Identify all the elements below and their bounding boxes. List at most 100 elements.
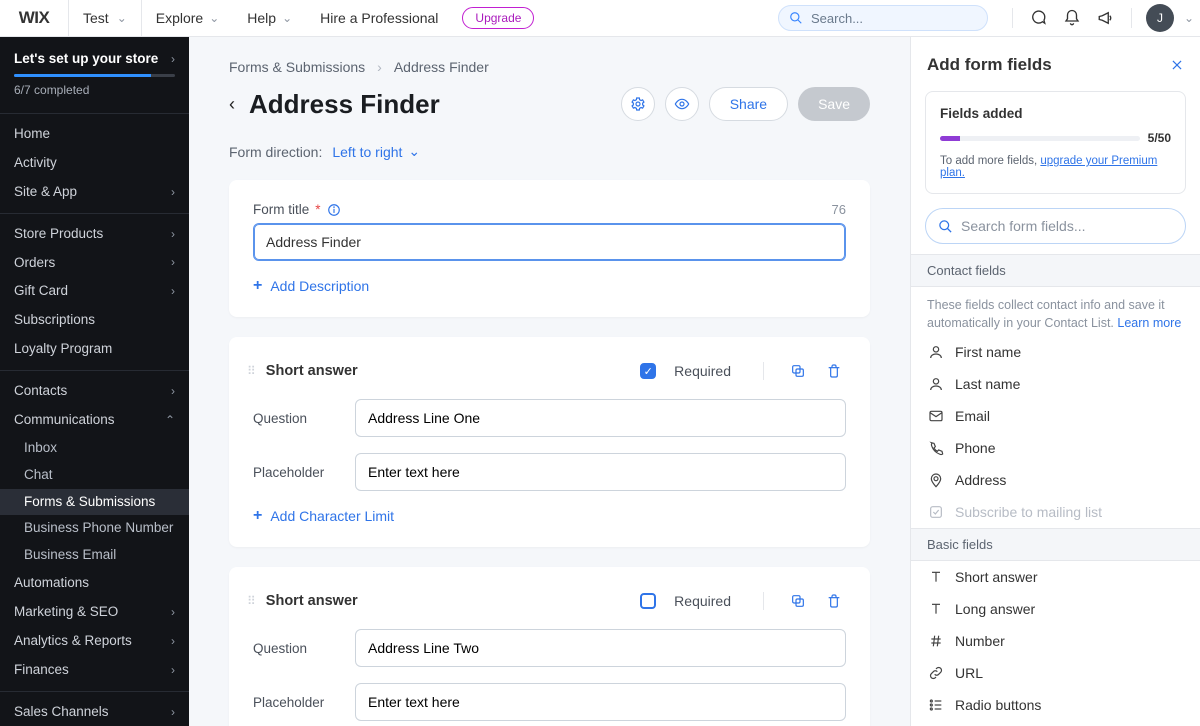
field-item-address[interactable]: Address [911, 464, 1200, 496]
direction-dropdown[interactable]: Left to right ⌄ [332, 143, 420, 160]
sidebar-item-contacts[interactable]: Contacts [0, 377, 189, 406]
fields-added-card: Fields added 5/50 To add more fields, up… [925, 91, 1186, 194]
panel-title: Add form fields [927, 55, 1052, 75]
form-title-input[interactable] [253, 223, 846, 261]
direction-value: Left to right [332, 144, 402, 160]
sidebar-item-sales-channels[interactable]: Sales Channels [0, 698, 189, 726]
sidebar-item-finances[interactable]: Finances [0, 656, 189, 685]
field-item-last-name[interactable]: Last name [911, 368, 1200, 400]
title-char-count: 76 [832, 202, 846, 217]
duplicate-button[interactable] [786, 359, 810, 383]
site-name: Test [83, 10, 109, 26]
placeholder-input[interactable] [355, 453, 846, 491]
field-type-label: Short answer [266, 593, 358, 609]
basic-fields-header: Basic fields [911, 528, 1200, 561]
field-item-short-answer[interactable]: Short answer [911, 561, 1200, 593]
preview-button[interactable] [665, 87, 699, 121]
close-button[interactable] [1170, 58, 1184, 72]
global-search[interactable]: Search... [778, 5, 988, 31]
explore-label: Explore [156, 10, 203, 26]
sidebar-sub-biz-email[interactable]: Business Email [0, 542, 189, 569]
field-item-long-answer[interactable]: Long answer [911, 593, 1200, 625]
question-card-1: ⠿ Short answer ✓ Required Question Place… [229, 337, 870, 547]
field-item-checkbox[interactable]: Checkbox [911, 721, 1200, 726]
drag-handle-icon[interactable]: ⠿ [247, 594, 254, 608]
sidebar-sub-chat[interactable]: Chat [0, 462, 189, 489]
required-checkbox[interactable]: ✓ [640, 363, 656, 379]
placeholder-input[interactable] [355, 683, 846, 721]
add-limit-button[interactable]: + Add Character Limit [253, 507, 394, 525]
back-button[interactable]: ‹ [229, 94, 235, 115]
label: Orders [14, 255, 55, 272]
setup-block[interactable]: Let's set up your store 6/7 completed [0, 37, 189, 107]
question-input[interactable] [355, 399, 846, 437]
breadcrumb-root[interactable]: Forms & Submissions [229, 59, 365, 75]
required-checkbox[interactable] [640, 593, 656, 609]
top-link-help[interactable]: Help ⌄ [233, 0, 306, 36]
sidebar-item-communications[interactable]: Communications [0, 406, 189, 435]
field-item-url[interactable]: URL [911, 657, 1200, 689]
drag-handle-icon[interactable]: ⠿ [247, 364, 254, 378]
share-button[interactable]: Share [709, 87, 788, 121]
learn-more-link[interactable]: Learn more [1117, 316, 1181, 330]
contact-fields-header: Contact fields [911, 254, 1200, 287]
label: Last name [955, 376, 1020, 392]
site-selector[interactable]: Test ⌄ [68, 0, 142, 36]
plus-icon: + [253, 277, 262, 295]
fields-added-label: Fields added [940, 106, 1171, 121]
upgrade-button[interactable]: Upgrade [462, 7, 534, 29]
duplicate-button[interactable] [786, 589, 810, 613]
sidebar-item-store-products[interactable]: Store Products [0, 220, 189, 249]
sidebar-item-subscriptions[interactable]: Subscriptions [0, 306, 189, 335]
avatar[interactable]: J [1146, 4, 1174, 32]
field-item-number[interactable]: Number [911, 625, 1200, 657]
settings-button[interactable] [621, 87, 655, 121]
label: Number [955, 633, 1005, 649]
sidebar-item-activity[interactable]: Activity [0, 149, 189, 178]
label: Home [14, 126, 50, 143]
label: Add Character Limit [270, 508, 394, 524]
field-item-first-name[interactable]: First name [911, 336, 1200, 368]
top-link-explore[interactable]: Explore ⌄ [142, 0, 234, 36]
field-item-email[interactable]: Email [911, 400, 1200, 432]
sidebar-item-site-app[interactable]: Site & App [0, 178, 189, 207]
sidebar-item-analytics[interactable]: Analytics & Reports [0, 627, 189, 656]
label: Phone [955, 440, 995, 456]
sidebar-item-marketing[interactable]: Marketing & SEO [0, 598, 189, 627]
add-description-button[interactable]: + Add Description [253, 277, 369, 295]
list-icon [927, 697, 945, 713]
sidebar-sub-phone[interactable]: Business Phone Number [0, 515, 189, 542]
sidebar-sub-inbox[interactable]: Inbox [0, 435, 189, 462]
phone-icon [927, 440, 945, 456]
field-item-radio[interactable]: Radio buttons [911, 689, 1200, 721]
field-item-phone[interactable]: Phone [911, 432, 1200, 464]
delete-button[interactable] [822, 589, 846, 613]
required-star: * [315, 202, 320, 217]
wix-logo[interactable]: WIX [0, 0, 68, 36]
question-input[interactable] [355, 629, 846, 667]
bell-icon[interactable] [1055, 1, 1089, 35]
fields-count: 5/50 [1148, 131, 1171, 145]
sidebar-item-gift-card[interactable]: Gift Card [0, 277, 189, 306]
question-label: Question [253, 641, 343, 656]
avatar-menu[interactable]: ⌄ [1178, 1, 1200, 35]
search-placeholder: Search form fields... [961, 218, 1086, 234]
chevron-down-icon: ⌄ [1184, 11, 1194, 25]
chevron-right-icon [171, 185, 175, 200]
sidebar-item-home[interactable]: Home [0, 120, 189, 149]
field-search[interactable]: Search form fields... [925, 208, 1186, 244]
chat-icon[interactable] [1021, 1, 1055, 35]
delete-button[interactable] [822, 359, 846, 383]
fields-progress-bar [940, 136, 1140, 141]
page-header: ‹ Address Finder Share Save [229, 87, 870, 121]
info-icon[interactable] [327, 203, 341, 217]
help-label: Help [247, 10, 276, 26]
sidebar-item-automations[interactable]: Automations [0, 569, 189, 598]
copy-icon [790, 363, 806, 379]
top-link-hire[interactable]: Hire a Professional [306, 0, 452, 36]
megaphone-icon[interactable] [1089, 1, 1123, 35]
label: URL [955, 665, 983, 681]
sidebar-item-loyalty[interactable]: Loyalty Program [0, 335, 189, 364]
sidebar-item-orders[interactable]: Orders [0, 249, 189, 278]
sidebar-sub-forms[interactable]: Forms & Submissions [0, 489, 189, 516]
